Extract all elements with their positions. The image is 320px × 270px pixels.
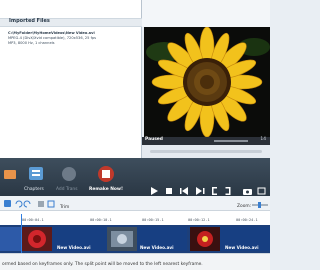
mark-in-icon[interactable] xyxy=(212,187,217,195)
zoom-label: Zoom: xyxy=(237,204,252,209)
ruler-tick: 00:00:15.1 xyxy=(142,218,164,222)
trim-label: Trim xyxy=(60,205,70,210)
chapters-icon xyxy=(29,167,43,180)
chapters-button[interactable]: Chapters xyxy=(22,158,52,196)
film-icon xyxy=(4,170,16,179)
app-window: Imported Files C:\MyFolder\MyHomeVideos\… xyxy=(0,0,270,270)
imported-files-panel: Imported Files C:\MyFolder\MyHomeVideos\… xyxy=(0,0,142,158)
clip-label: New Video.avi xyxy=(140,245,174,250)
ruler-tick: 00:00:04.1 xyxy=(22,218,44,222)
hint-text: ormed based on keyframes only. The split… xyxy=(2,262,203,267)
tool-previous[interactable] xyxy=(0,158,20,196)
clip-thumbnail xyxy=(0,227,22,251)
timeline-tool-icons xyxy=(4,200,55,208)
prev-frame-icon[interactable] xyxy=(180,187,188,195)
imported-files-header: Imported Files xyxy=(0,18,142,27)
player-status-bar: Paused 14 xyxy=(142,137,270,145)
zoom-slider[interactable] xyxy=(252,202,268,208)
imported-files-title: Imported Files xyxy=(9,18,50,24)
volume-slider[interactable] xyxy=(214,140,248,142)
imported-file-item[interactable]: C:\MyFolder\MyHomeVideos\New Video.avi M… xyxy=(2,31,140,53)
delete-icon[interactable] xyxy=(38,201,44,207)
remake-icon xyxy=(98,166,114,182)
redo-icon[interactable] xyxy=(23,200,31,208)
player-status: Paused xyxy=(145,137,163,142)
transitions-icon xyxy=(62,167,76,181)
ruler-tick: 00:00:10.1 xyxy=(90,218,112,222)
stop-icon[interactable] xyxy=(166,188,172,194)
next-frame-icon[interactable] xyxy=(196,187,205,195)
mark-out-icon[interactable] xyxy=(225,187,231,195)
ruler-tick: 00:00:24.1 xyxy=(236,218,258,222)
clip-label: New Video.avi xyxy=(57,245,91,250)
play-icon[interactable] xyxy=(151,187,158,195)
seek-slider[interactable] xyxy=(150,150,262,153)
timeline-ruler[interactable]: 00:00:04.1 00:00:10.1 00:00:15.1 00:00:1… xyxy=(0,211,270,225)
undo-icon[interactable] xyxy=(15,200,23,208)
main-toolbar: Chapters Add Trans Remake Now! xyxy=(0,158,270,196)
player-controls xyxy=(151,187,266,195)
add-transitions-label: Add Trans xyxy=(56,187,78,192)
timeline-clip[interactable] xyxy=(0,227,22,251)
chapters-label: Chapters xyxy=(24,187,44,192)
video-preview[interactable] xyxy=(144,27,270,137)
playhead[interactable] xyxy=(21,214,22,254)
remake-now-button[interactable]: Remake Now! xyxy=(86,158,126,196)
remake-now-label: Remake Now! xyxy=(89,187,123,192)
clip-label: New Video.avi xyxy=(225,245,259,250)
split-icon[interactable] xyxy=(4,200,11,207)
file-audio-info: MP3, 8000 Hz, 1 channels xyxy=(8,41,55,45)
timeline-toolbar: Trim Zoom: xyxy=(0,196,270,211)
trim-icon[interactable] xyxy=(47,200,55,208)
camera-icon[interactable] xyxy=(243,189,252,195)
file-path: C:\MyFolder\MyHomeVideos\New Video.avi xyxy=(8,31,95,35)
add-transitions-button[interactable]: Add Trans xyxy=(54,158,84,196)
sunflower-image xyxy=(144,27,270,137)
file-video-info: MPEG-4 (DivX/Xvid compatible), 720x536, … xyxy=(8,36,97,40)
fullscreen-icon[interactable] xyxy=(257,187,266,195)
ruler-tick: 00:00:12.1 xyxy=(188,218,210,222)
volume-value: 14 xyxy=(260,137,266,142)
preview-top-area xyxy=(142,0,270,27)
